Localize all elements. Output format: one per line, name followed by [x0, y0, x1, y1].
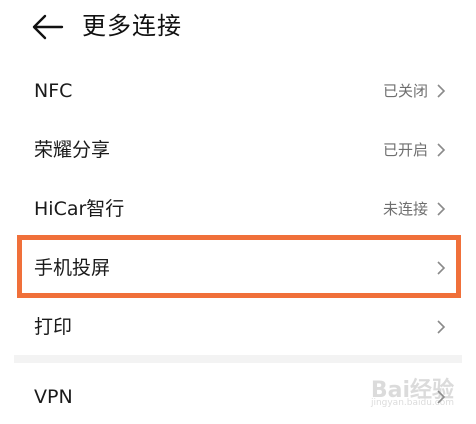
arrow-left-icon — [30, 12, 66, 42]
section-divider — [14, 355, 462, 363]
back-button[interactable] — [30, 12, 66, 42]
more-connections-page: 更多连接 NFC 已关闭 荣耀分享 已开启 HiCar智行 未连接 手机投屏 打… — [0, 0, 476, 424]
chevron-right-icon — [436, 201, 446, 217]
chevron-right-icon — [436, 260, 446, 276]
row-honor-share[interactable]: 荣耀分享 已开启 — [0, 121, 476, 180]
row-label: 打印 — [34, 316, 73, 338]
chevron-right-icon — [436, 389, 446, 405]
chevron-right-icon — [436, 83, 446, 99]
row-screen-projection[interactable]: 手机投屏 — [0, 239, 476, 298]
row-hicar[interactable]: HiCar智行 未连接 — [0, 180, 476, 239]
row-label: VPN — [34, 386, 73, 408]
row-status: 已开启 — [382, 141, 428, 159]
row-status: 未连接 — [382, 200, 428, 218]
row-label: HiCar智行 — [34, 198, 125, 220]
row-label: 手机投屏 — [34, 257, 111, 279]
row-status: 已关闭 — [382, 82, 428, 100]
header: 更多连接 — [0, 0, 476, 60]
row-vpn[interactable]: VPN — [0, 370, 476, 424]
chevron-right-icon — [436, 142, 446, 158]
row-print[interactable]: 打印 — [0, 298, 476, 357]
row-nfc[interactable]: NFC 已关闭 — [0, 62, 476, 121]
connections-list: NFC 已关闭 荣耀分享 已开启 HiCar智行 未连接 手机投屏 打印 — [0, 62, 476, 357]
row-label: NFC — [34, 80, 73, 102]
row-label: 荣耀分享 — [34, 139, 111, 161]
page-title: 更多连接 — [82, 12, 182, 40]
chevron-right-icon — [436, 319, 446, 335]
